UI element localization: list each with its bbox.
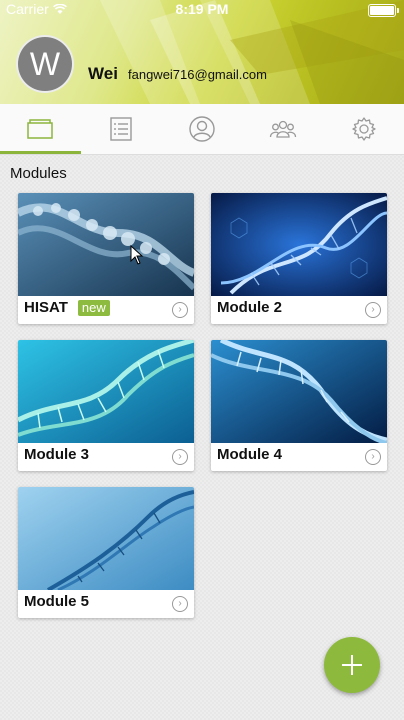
- chevron-right-icon[interactable]: ›: [365, 302, 381, 318]
- module-title-text: Module 5: [24, 593, 90, 610]
- module-thumbnail: [18, 340, 194, 443]
- new-badge: new: [77, 299, 110, 316]
- module-card[interactable]: Module 3 ›: [18, 340, 194, 471]
- section-title: Modules: [10, 165, 67, 182]
- module-title: Module 4: [217, 446, 282, 463]
- module-title: HISAT new: [24, 299, 110, 316]
- chevron-right-icon[interactable]: ›: [172, 302, 188, 318]
- plus-icon: [342, 655, 362, 675]
- module-title-text: Module 4: [217, 446, 283, 463]
- user-email: fangwei716@gmail.com: [128, 67, 267, 82]
- tab-profile[interactable]: [162, 104, 243, 154]
- tab-settings[interactable]: [323, 104, 404, 154]
- status-bar: Carrier 8:19 PM: [0, 0, 404, 20]
- module-title: Module 2: [217, 299, 282, 316]
- module-thumbnail: [211, 340, 387, 443]
- folder-icon: [27, 119, 54, 139]
- gear-icon: [351, 117, 376, 141]
- module-thumbnail: [18, 193, 194, 296]
- module-thumbnail: [211, 193, 387, 296]
- profile-header: Carrier 8:19 PM W Wei fangwei716@gmail.c…: [0, 0, 404, 104]
- list-icon: [110, 117, 132, 141]
- module-title-text: HISAT: [24, 299, 68, 316]
- tab-bar: [0, 104, 404, 155]
- user-name: Wei: [88, 64, 118, 83]
- module-card[interactable]: Module 2 ›: [211, 193, 387, 324]
- tab-modules[interactable]: [0, 104, 81, 154]
- module-card[interactable]: Module 4 ›: [211, 340, 387, 471]
- chevron-right-icon[interactable]: ›: [172, 596, 188, 612]
- module-thumbnail: [18, 487, 194, 590]
- status-time: 8:19 PM: [175, 1, 229, 17]
- group-icon: [269, 120, 296, 138]
- tab-groups[interactable]: [242, 104, 323, 154]
- add-module-button[interactable]: [324, 637, 380, 693]
- module-title: Module 5: [24, 593, 89, 610]
- avatar[interactable]: W: [16, 35, 74, 93]
- module-title-text: Module 3: [24, 446, 90, 463]
- module-card[interactable]: HISAT new ›: [18, 193, 194, 324]
- module-title: Module 3: [24, 446, 89, 463]
- person-icon: [189, 116, 215, 142]
- chevron-right-icon[interactable]: ›: [172, 449, 188, 465]
- battery-icon: [368, 4, 399, 17]
- tab-list[interactable]: [81, 104, 162, 154]
- module-title-text: Module 2: [217, 299, 283, 316]
- chevron-right-icon[interactable]: ›: [365, 449, 381, 465]
- module-card[interactable]: Module 5 ›: [18, 487, 194, 618]
